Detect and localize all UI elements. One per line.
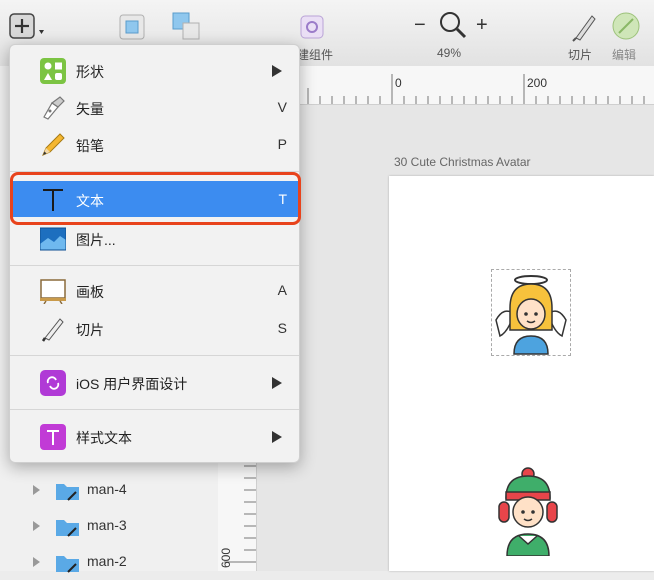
menu-shortcut: P xyxy=(277,136,287,152)
menu-item-label: 画板 xyxy=(76,284,104,300)
menu-separator xyxy=(10,355,299,356)
menu-item-artboard[interactable]: 画板 A xyxy=(10,272,299,308)
menu-item-label: 切片 xyxy=(76,322,104,338)
layer-name: man-3 xyxy=(87,517,127,533)
image-icon xyxy=(40,227,66,251)
menu-separator xyxy=(10,265,299,266)
menu-item-label: 样式文本 xyxy=(76,430,132,446)
zoom-out-button[interactable]: − xyxy=(414,14,426,37)
folder-icon xyxy=(56,520,79,537)
disclosure-triangle-icon[interactable] xyxy=(33,521,40,531)
edit-label[interactable]: 编辑 xyxy=(612,46,636,63)
ruler-tick-label: 600 xyxy=(219,547,234,569)
layer-row[interactable]: man-4 xyxy=(0,472,218,508)
angel-avatar[interactable] xyxy=(491,269,571,356)
layer-row[interactable]: man-2 xyxy=(0,544,218,580)
ios-ui-icon xyxy=(40,370,66,396)
layer-row[interactable]: man-3 xyxy=(0,508,218,544)
menu-shortcut: S xyxy=(277,320,287,336)
styled-text-icon xyxy=(40,424,66,450)
artboard-title[interactable]: 30 Cute Christmas Avatar xyxy=(394,155,531,169)
artboard-icon xyxy=(40,279,66,304)
menu-item-label: 铅笔 xyxy=(76,138,104,154)
zoom-level: 49% xyxy=(437,46,462,60)
ruler-tick-label: 200 xyxy=(527,76,548,90)
menu-item-ios-ui[interactable]: iOS 用户界面设计 xyxy=(10,364,299,400)
menu-item-styled-text[interactable]: 样式文本 xyxy=(10,418,299,454)
menu-item-label: 形状 xyxy=(76,64,104,80)
group-icon[interactable] xyxy=(117,12,149,42)
submenu-arrow-icon xyxy=(272,377,282,389)
menu-item-slice[interactable]: 切片 S xyxy=(10,310,299,346)
slice-tool-icon[interactable] xyxy=(570,12,598,42)
menu-separator xyxy=(10,409,299,410)
menu-item-image[interactable]: 图片... xyxy=(10,220,299,256)
create-symbol-label[interactable]: 建组件 xyxy=(297,46,333,63)
zoom-in-button[interactable]: + xyxy=(476,14,488,37)
edit-icon[interactable] xyxy=(611,11,641,41)
slice-tool-label[interactable]: 切片 xyxy=(568,46,592,63)
ungroup-icon[interactable] xyxy=(169,10,203,42)
menu-item-shape[interactable]: 形状 xyxy=(10,52,299,88)
layer-name: man-2 xyxy=(87,553,127,569)
disclosure-triangle-icon[interactable] xyxy=(33,485,40,495)
create-symbol-icon[interactable] xyxy=(299,14,325,40)
plus-square-icon xyxy=(9,13,44,39)
menu-item-label: 图片... xyxy=(76,232,116,248)
highlight-box xyxy=(10,172,301,225)
folder-icon xyxy=(56,484,79,501)
insert-button[interactable] xyxy=(9,13,49,41)
pencil-icon xyxy=(42,133,65,156)
artboard[interactable] xyxy=(389,176,654,571)
menu-item-label: 矢量 xyxy=(76,101,104,117)
menu-item-pencil[interactable]: 铅笔 P xyxy=(10,126,299,162)
insert-menu: 形状 矢量 V 铅笔 P 文本 T 图片... 画板 A 切片 S iOS 用户… xyxy=(9,44,300,463)
menu-shortcut: A xyxy=(277,282,287,298)
ruler-tick-label: 0 xyxy=(395,76,402,90)
earmuff-avatar-icon xyxy=(498,467,558,557)
angel-avatar-icon xyxy=(495,275,567,355)
earmuff-avatar[interactable] xyxy=(493,466,563,557)
submenu-arrow-icon xyxy=(272,65,282,77)
layer-name: man-4 xyxy=(87,481,127,497)
menu-shortcut: V xyxy=(277,99,287,115)
menu-item-vector[interactable]: 矢量 V xyxy=(10,89,299,125)
slice-knife-icon xyxy=(41,318,64,342)
disclosure-triangle-icon[interactable] xyxy=(33,557,40,567)
zoom-icon[interactable] xyxy=(438,10,468,40)
shape-icon xyxy=(40,58,66,84)
submenu-arrow-icon xyxy=(272,431,282,443)
menu-item-label: iOS 用户界面设计 xyxy=(76,376,188,392)
vector-pen-icon xyxy=(43,96,65,120)
